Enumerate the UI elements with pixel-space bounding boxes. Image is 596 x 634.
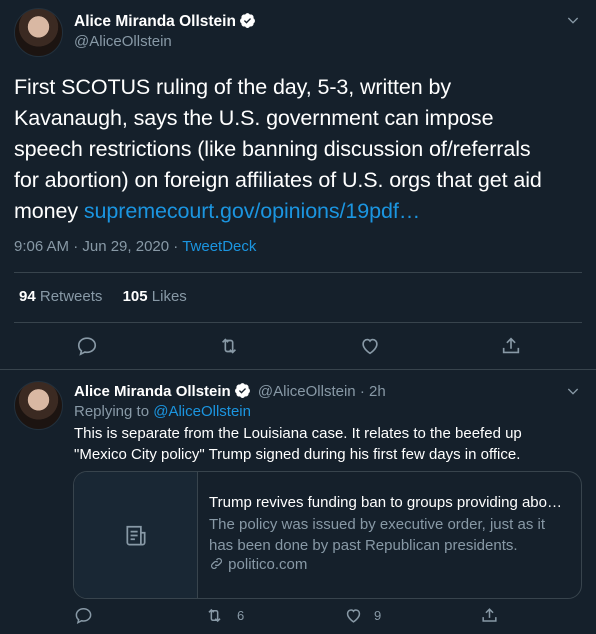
tweet-text-prefix: money xyxy=(14,199,84,223)
reply-author-name[interactable]: Alice Miranda Ollstein xyxy=(74,383,231,400)
divider xyxy=(0,369,596,370)
link-icon xyxy=(211,558,222,569)
author-avatar[interactable] xyxy=(14,8,63,57)
reply-author-avatar[interactable] xyxy=(14,381,63,430)
tweet-meta: 9:06 AM · Jun 29, 2020 · TweetDeck xyxy=(14,238,256,255)
reply-handle-time[interactable]: @AliceOllstein · 2h xyxy=(258,383,386,400)
reply-author-header: Alice Miranda Ollstein @AliceOllstein · … xyxy=(74,382,386,400)
divider xyxy=(14,322,582,323)
tweet-text-line: speech restrictions (like banning discus… xyxy=(14,137,531,161)
tweet-text-line: for abortion) on foreign affiliates of U… xyxy=(14,168,542,192)
reply-icon[interactable] xyxy=(76,335,98,357)
card-title: Trump revives funding ban to groups prov… xyxy=(209,494,562,511)
document-icon xyxy=(126,525,146,546)
tweet-stats: 94 Retweets 105 Likes xyxy=(19,288,187,305)
replying-to-label: Replying to xyxy=(74,403,150,420)
like-heart-icon xyxy=(346,609,361,623)
author-name-text[interactable]: Alice Miranda Ollstein xyxy=(74,13,236,30)
replying-to-handle[interactable]: @AliceOllstein xyxy=(153,403,251,420)
retweet-icon xyxy=(208,608,221,623)
meta-separator: · xyxy=(173,238,179,255)
like-count: 9 xyxy=(374,608,382,623)
card-domain-text: politico.com xyxy=(228,556,308,573)
card-thumbnail xyxy=(74,472,198,598)
author-name[interactable]: Alice Miranda Ollstein xyxy=(74,12,256,31)
tweet-text: First SCOTUS ruling of the day, 5-3, wri… xyxy=(14,72,589,227)
link-card[interactable]: Trump revives funding ban to groups prov… xyxy=(73,471,582,599)
divider xyxy=(14,272,582,273)
tweet-client-link[interactable]: TweetDeck xyxy=(182,238,256,255)
retweets-stat[interactable]: 94 Retweets xyxy=(19,288,102,305)
card-description-line: has been done by past Republican preside… xyxy=(209,536,518,554)
author-handle[interactable]: @AliceOllstein xyxy=(74,33,172,50)
retweet-icon[interactable] xyxy=(218,335,240,357)
tweet-text-line: Kavanaugh, says the U.S. government can … xyxy=(14,106,494,130)
reply-text: This is separate from the Louisiana case… xyxy=(74,424,594,465)
retweets-count: 94 xyxy=(19,288,36,305)
likes-count: 105 xyxy=(122,288,148,305)
retweets-label: Retweets xyxy=(39,288,103,305)
reply-reply-icon[interactable] xyxy=(74,606,93,625)
share-icon[interactable] xyxy=(500,335,522,357)
tweet-menu-chevron-icon[interactable] xyxy=(565,12,581,33)
like-heart-icon[interactable] xyxy=(359,335,381,357)
reply-share-icon[interactable] xyxy=(480,606,499,625)
card-domain: politico.com xyxy=(209,556,307,573)
card-description-line: The policy was issued by executive order… xyxy=(209,516,545,533)
card-description: The policy was issued by executive order… xyxy=(209,515,545,556)
reply-retweet-button[interactable]: 6 xyxy=(205,606,244,625)
tweet-timestamp[interactable]: 9:06 AM · Jun 29, 2020 xyxy=(14,238,169,255)
tweet-text-line: First SCOTUS ruling of the day, 5-3, wri… xyxy=(14,75,451,99)
reply-menu-chevron-icon[interactable] xyxy=(565,383,581,404)
tweet-link[interactable]: supremecourt.gov/opinions/19pdf… xyxy=(84,199,420,223)
reply-text-line: "Mexico City policy" Trump signed during… xyxy=(74,445,521,463)
replying-to: Replying to @AliceOllstein xyxy=(74,403,251,420)
verified-badge-icon xyxy=(239,13,255,28)
reply-text-line: This is separate from the Louisiana case… xyxy=(74,425,522,442)
reply-like-button[interactable]: 9 xyxy=(344,606,381,625)
verified-badge-icon xyxy=(234,383,250,398)
likes-label: Likes xyxy=(151,288,187,305)
tweet-text-line: money supremecourt.gov/opinions/19pdf… xyxy=(14,196,589,227)
retweet-count: 6 xyxy=(237,608,245,623)
likes-stat[interactable]: 105 Likes xyxy=(123,288,187,305)
